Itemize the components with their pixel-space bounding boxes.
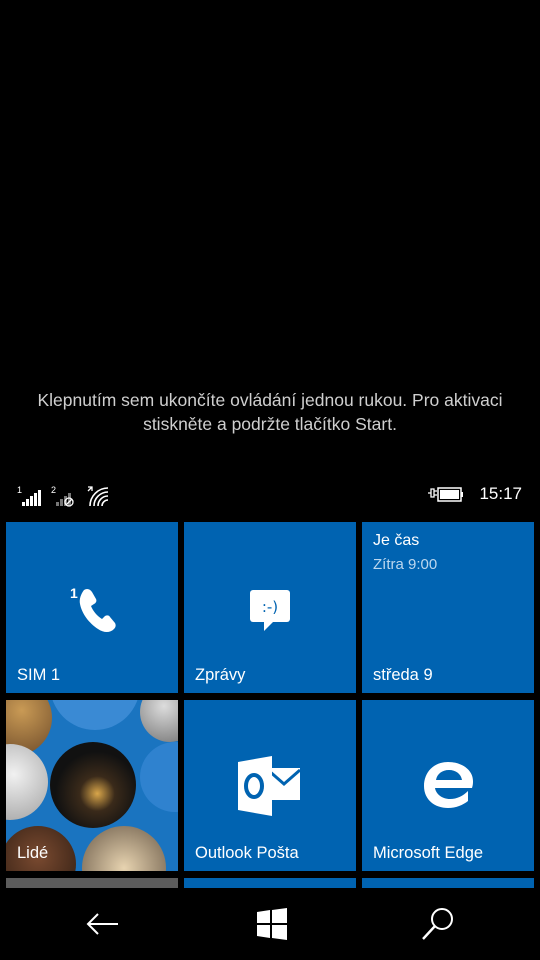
microsoft-edge-tile[interactable]: Microsoft Edge [362, 700, 534, 871]
phone-tile-label: SIM 1 [17, 666, 61, 684]
navigation-bar [0, 888, 540, 960]
status-bar: 1 2 15:17 [0, 478, 540, 512]
search-icon[interactable] [418, 906, 458, 942]
contact-photo [140, 742, 178, 812]
contact-photo [82, 826, 166, 871]
outlook-mail-tile[interactable]: Outlook Pošta [184, 700, 356, 871]
back-arrow-icon[interactable] [84, 906, 124, 942]
contact-photo [50, 742, 136, 828]
one-handed-mode-hint[interactable]: Klepnutím sem ukončíte ovládání jednou r… [0, 388, 540, 436]
microsoft-edge-label: Microsoft Edge [373, 844, 484, 862]
windows-start-icon[interactable] [252, 906, 292, 942]
sim-badge: 1 [70, 585, 78, 601]
calendar-tile[interactable]: Je čas Zítra 9:00 středa 9 [362, 522, 534, 693]
calendar-event-title: Je čas [373, 532, 420, 549]
sim1-badge: 1 [17, 485, 22, 495]
hint-line-1: Klepnutím sem ukončíte ovládání jednou r… [37, 390, 503, 410]
messaging-emoticon: :-) [262, 598, 278, 616]
edge-icon [424, 762, 473, 808]
calendar-event-time: Zítra 9:00 [373, 556, 438, 573]
sim1-signal-icon: 1 [17, 485, 41, 506]
outlook-mail-label: Outlook Pošta [195, 844, 299, 862]
sim2-badge: 2 [51, 485, 56, 495]
battery-charging-icon [428, 487, 463, 502]
contact-photo [6, 744, 48, 820]
wifi-icon [87, 486, 109, 507]
contact-photo [50, 700, 140, 730]
clock: 15:17 [479, 484, 522, 503]
hint-line-2: stiskněte a podržte tlačítko Start. [143, 414, 397, 434]
people-tile[interactable]: Lidé [6, 700, 178, 871]
messaging-tile-label: Zprávy [195, 666, 246, 684]
people-tile-label: Lidé [17, 844, 49, 862]
messaging-icon: :-) [250, 590, 290, 631]
photo-tile[interactable] [6, 878, 178, 888]
sim2-signal-icon: 2 [51, 485, 74, 507]
tile-row3-right[interactable] [362, 878, 534, 888]
tile-row3-middle[interactable] [184, 878, 356, 888]
calendar-day-label: středa 9 [373, 666, 433, 684]
messaging-tile[interactable]: :-) Zprávy [184, 522, 356, 693]
contact-photo [140, 700, 178, 742]
phone-icon: 1 [70, 585, 116, 632]
phone-tile[interactable]: 1 SIM 1 [6, 522, 178, 693]
outlook-mail-icon [238, 756, 301, 816]
